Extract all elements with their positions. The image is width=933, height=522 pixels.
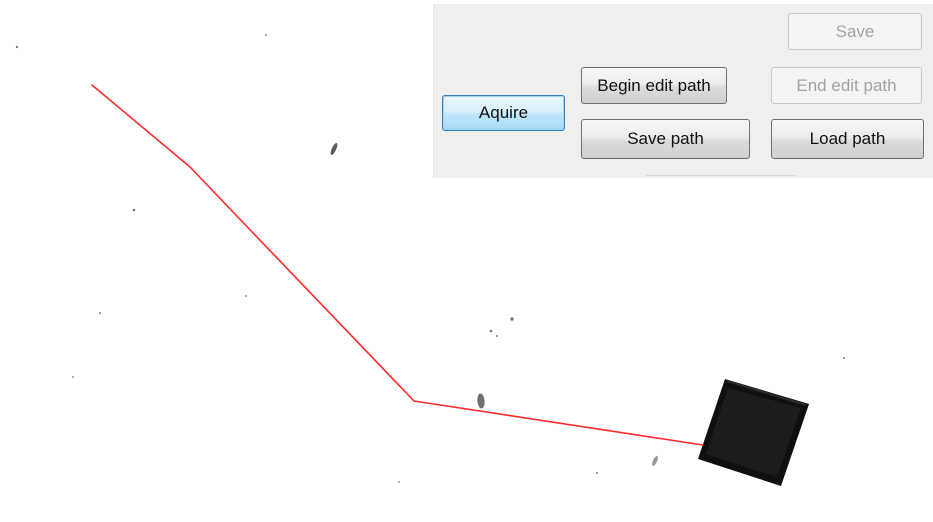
aquire-button[interactable]: Aquire xyxy=(442,95,565,131)
end-edit-path-button[interactable]: End edit path xyxy=(771,67,922,104)
control-panel: Save Aquire Begin edit path End edit pat… xyxy=(433,4,933,178)
load-path-button[interactable]: Load path xyxy=(771,119,924,159)
save-button[interactable]: Save xyxy=(788,13,922,50)
panel-divider xyxy=(646,175,796,176)
begin-edit-path-button[interactable]: Begin edit path xyxy=(581,67,727,104)
save-path-button[interactable]: Save path xyxy=(581,119,750,159)
